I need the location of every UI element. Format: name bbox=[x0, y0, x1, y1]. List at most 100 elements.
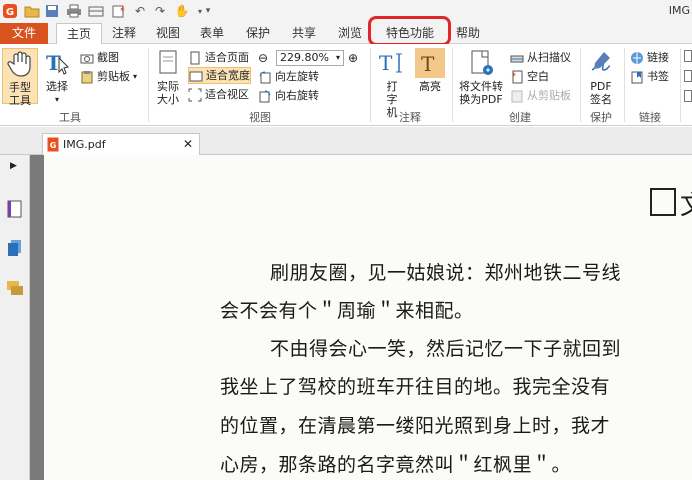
select-cursor-icon: T bbox=[42, 48, 72, 78]
document-tab[interactable]: G IMG.pdf ✕ bbox=[42, 133, 200, 155]
fit-page-label: 适合页面 bbox=[205, 51, 249, 64]
print-icon[interactable] bbox=[66, 3, 82, 19]
link-icon bbox=[630, 51, 644, 65]
zoom-select[interactable]: 229.80% ▾ bbox=[276, 50, 344, 66]
tab-comment[interactable]: 注释 bbox=[106, 23, 142, 44]
document-viewport[interactable]: 文 刷朋友圈，见一姑娘说：郑州地铁二号线 会不会有个＂周瑜＂来相配。 不由得会心… bbox=[30, 155, 692, 480]
page-icon bbox=[153, 48, 183, 78]
clipboard-button[interactable]: 剪贴板 ▾ bbox=[80, 68, 137, 85]
group-label-tools: 工具 bbox=[59, 111, 81, 124]
pages-icon[interactable] bbox=[7, 200, 23, 221]
select-button[interactable]: T 选择 ▾ bbox=[42, 48, 72, 106]
signature-pen-icon bbox=[586, 48, 616, 78]
tab-home[interactable]: 主页 bbox=[56, 23, 102, 45]
app-logo-icon: G bbox=[2, 3, 18, 19]
link-label: 链接 bbox=[647, 51, 669, 64]
zoom-value: 229.80% bbox=[280, 51, 329, 64]
chevron-down-icon[interactable]: ▾ bbox=[133, 68, 137, 85]
heading-box bbox=[650, 188, 676, 216]
pdf-file-icon: G bbox=[47, 137, 59, 155]
title-bar: G ✶ ↶ ↷ ✋ ▾ ▾ IMG bbox=[0, 0, 692, 23]
document-line: 不由得会心一笑，然后记忆一下子就回到 bbox=[270, 338, 622, 360]
svg-text:T: T bbox=[379, 51, 393, 75]
from-scanner-button[interactable]: 从扫描仪 bbox=[510, 49, 571, 66]
actual-size-button[interactable]: 实际大小 bbox=[152, 48, 184, 106]
open-icon[interactable] bbox=[24, 3, 40, 19]
clipboard-icon bbox=[510, 89, 524, 103]
highlight-annotation bbox=[368, 16, 451, 46]
scan-icon[interactable] bbox=[88, 3, 104, 19]
blank-button[interactable]: ✶ 空白 bbox=[510, 68, 549, 85]
expand-panel-icon[interactable]: ▶ bbox=[10, 161, 17, 171]
rotate-left-label: 向左旋转 bbox=[275, 70, 319, 83]
fit-visible-icon bbox=[188, 88, 202, 102]
from-clipboard-button[interactable]: 从剪贴板 bbox=[510, 87, 571, 104]
chevron-down-icon[interactable]: ▾ bbox=[42, 93, 72, 106]
document-tab-strip: G IMG.pdf ✕ bbox=[0, 127, 692, 155]
highlight-button[interactable]: T 高亮 bbox=[414, 48, 446, 93]
close-icon[interactable]: ✕ bbox=[183, 137, 193, 151]
actual-size-label: 实际大小 bbox=[157, 80, 179, 106]
group-divider bbox=[370, 48, 371, 122]
clipboard-icon bbox=[80, 70, 94, 84]
group-label-links: 链接 bbox=[639, 111, 661, 124]
comments-icon[interactable] bbox=[6, 279, 24, 300]
tab-share[interactable]: 共享 bbox=[286, 23, 322, 44]
tab-form[interactable]: 表单 bbox=[194, 23, 230, 44]
group-divider bbox=[580, 48, 581, 122]
tab-file[interactable]: 文件 bbox=[0, 23, 48, 44]
customize-toolbar-icon[interactable]: ▾ bbox=[200, 3, 216, 19]
tab-browse[interactable]: 浏览 bbox=[332, 23, 368, 44]
fit-width-label: 适合宽度 bbox=[206, 69, 250, 82]
scanner-icon bbox=[510, 51, 524, 65]
document-line: 我坐上了驾校的班车开往目的地。我完全没有 bbox=[220, 376, 611, 398]
rotate-right-button[interactable]: 向右旋转 bbox=[258, 87, 319, 104]
rotate-left-button[interactable]: 向左旋转 bbox=[258, 68, 319, 85]
highlight-label: 高亮 bbox=[419, 80, 441, 93]
bookmark-icon bbox=[630, 70, 644, 84]
navigation-panel: ▶ bbox=[0, 155, 30, 480]
redo-icon[interactable]: ↷ bbox=[152, 3, 168, 19]
pdf-page[interactable]: 文 刷朋友圈，见一姑娘说：郑州地铁二号线 会不会有个＂周瑜＂来相配。 不由得会心… bbox=[44, 155, 692, 480]
undo-icon[interactable]: ↶ bbox=[132, 3, 148, 19]
save-icon[interactable] bbox=[44, 3, 60, 19]
tab-protect[interactable]: 保护 bbox=[240, 23, 276, 44]
group-label-protect: 保护 bbox=[590, 111, 612, 124]
tab-view[interactable]: 视图 bbox=[150, 23, 186, 44]
typewriter-icon: T bbox=[377, 48, 407, 78]
document-line: 的位置，在清晨第一缕阳光照到身上时，我才 bbox=[220, 415, 611, 437]
window-title: IMG bbox=[668, 4, 690, 17]
fit-page-button[interactable]: 适合页面 bbox=[188, 49, 249, 66]
clipboard-label: 剪贴板 bbox=[97, 70, 130, 83]
svg-text:G: G bbox=[6, 7, 14, 18]
zoom-in-icon[interactable]: ⊕ bbox=[348, 51, 358, 65]
screenshot-label: 截图 bbox=[97, 51, 119, 64]
from-clipboard-label: 从剪贴板 bbox=[527, 89, 571, 102]
convert-to-pdf-button[interactable]: 将文件转换为PDF bbox=[458, 48, 504, 106]
svg-text:✶: ✶ bbox=[511, 71, 517, 79]
overflow-icon[interactable] bbox=[684, 50, 692, 62]
convert-icon bbox=[466, 48, 496, 78]
hand-tool-small-icon[interactable]: ✋ bbox=[174, 3, 190, 19]
screenshot-button[interactable]: 截图 bbox=[80, 49, 119, 66]
link-button[interactable]: 链接 bbox=[630, 49, 669, 66]
heading-char: 文 bbox=[680, 185, 692, 222]
tab-help[interactable]: 帮助 bbox=[450, 23, 486, 44]
overflow-icon[interactable] bbox=[684, 70, 692, 82]
group-divider bbox=[452, 48, 453, 122]
fit-page-icon bbox=[188, 51, 202, 65]
hand-tool-label: 手型工具 bbox=[9, 81, 31, 107]
hand-tool-button[interactable]: 手型工具 bbox=[2, 48, 38, 107]
new-icon[interactable]: ✶ bbox=[110, 3, 126, 19]
rotate-right-icon bbox=[258, 89, 272, 103]
bookmark-button[interactable]: 书签 bbox=[630, 68, 669, 85]
layers-icon[interactable] bbox=[7, 239, 23, 260]
zoom-out-icon[interactable]: ⊖ bbox=[258, 51, 268, 65]
svg-text:T: T bbox=[421, 52, 435, 76]
chevron-down-icon[interactable]: ▾ bbox=[336, 51, 340, 65]
fit-width-button[interactable]: 适合宽度 bbox=[188, 67, 251, 84]
overflow-icon[interactable] bbox=[684, 90, 692, 102]
fit-visible-button[interactable]: 适合视区 bbox=[188, 86, 249, 103]
document-line: 刷朋友圈，见一姑娘说：郑州地铁二号线 bbox=[270, 262, 622, 284]
pdf-sign-button[interactable]: PDF签名 bbox=[584, 48, 618, 106]
